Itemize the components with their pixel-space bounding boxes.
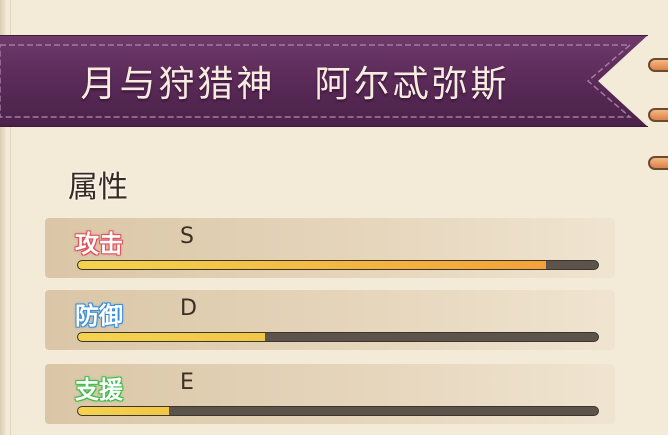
stat-row-attack: 攻击 S	[45, 218, 615, 284]
stat-label-support: 支援	[75, 376, 123, 404]
stat-row-defense: 防御 D	[45, 290, 615, 356]
stat-label-attack: 攻击	[75, 230, 123, 258]
title-banner: 月与狩猎神 阿尔忒弥斯	[0, 35, 650, 127]
character-title: 月与狩猎神 阿尔忒弥斯	[80, 64, 510, 105]
stat-grade-defense: D	[180, 296, 197, 321]
stat-bar-defense	[77, 332, 599, 342]
stat-bar-attack	[77, 260, 599, 270]
stat-bar-support	[77, 406, 599, 416]
stat-bar-fill-support	[78, 407, 169, 415]
stat-row-support: 支援 E	[45, 364, 615, 430]
binder-ring	[648, 108, 668, 122]
stat-grade-support: E	[180, 370, 194, 395]
stat-label-defense: 防御	[75, 302, 123, 330]
stat-bar-fill-attack	[78, 261, 546, 269]
stat-grade-attack: S	[180, 224, 194, 249]
binder-ring	[648, 58, 668, 72]
binder-ring	[648, 156, 668, 170]
stat-bar-fill-defense	[78, 333, 266, 341]
attributes-heading: 属性	[68, 170, 128, 205]
